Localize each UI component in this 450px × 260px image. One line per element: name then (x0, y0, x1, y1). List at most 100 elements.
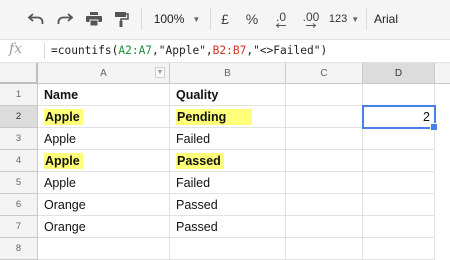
column-label: D (394, 67, 403, 79)
cell-d8[interactable] (363, 238, 435, 260)
column-header-a[interactable]: A ▼ (38, 63, 170, 84)
formula-bar: fx =countifs(A2:A7,"Apple",B2:B7,"<>Fail… (0, 40, 450, 63)
arrow-right-icon (306, 22, 317, 28)
toolbar-divider (366, 8, 367, 30)
row-label: 6 (15, 199, 22, 210)
redo-button[interactable] (55, 8, 75, 30)
cell-value: 2 (423, 110, 430, 124)
font-family-select[interactable]: Arial (374, 8, 414, 30)
cell-text: Passed (176, 220, 218, 234)
zoom-select[interactable]: 100% ▼ (152, 8, 202, 30)
arrow-left-icon (275, 22, 286, 28)
zoom-value: 100% (153, 12, 185, 26)
cell-c2[interactable] (286, 106, 363, 128)
row-label: 3 (15, 133, 22, 144)
formula-bar-divider (44, 43, 45, 59)
more-formats-label: 123 (328, 13, 348, 25)
cell-text: Name (44, 88, 79, 102)
cell-a4[interactable]: Apple (38, 150, 170, 172)
cell-b1[interactable]: Quality (170, 84, 286, 106)
toolbar-divider (141, 8, 142, 30)
chevron-down-icon: ▼ (351, 14, 360, 24)
row-header[interactable]: 1 (0, 84, 38, 106)
cell-b8[interactable] (170, 238, 286, 260)
row-label: 7 (15, 221, 22, 232)
row-label: 4 (15, 155, 22, 166)
print-icon (86, 12, 102, 26)
cell-a1[interactable]: Name (38, 84, 170, 106)
row-label: 1 (15, 89, 22, 100)
fx-icon: fx (9, 41, 23, 57)
cell-d3[interactable] (363, 128, 435, 150)
select-all-corner[interactable] (0, 63, 38, 84)
decrease-decimal-label: .0 (275, 9, 286, 24)
cell-text: Passed (176, 198, 218, 212)
formula-part: =countifs( (51, 44, 119, 57)
column-label: B (224, 67, 231, 79)
row-header[interactable]: 3 (0, 128, 38, 150)
row-label: 5 (15, 177, 22, 188)
cell-text: Quality (176, 88, 219, 102)
row-label: 8 (15, 243, 22, 254)
cell-text-highlighted: Apple (44, 109, 83, 125)
redo-icon (57, 13, 73, 24)
cell-c1[interactable] (286, 84, 363, 106)
formula-range-b: B2:B7 (212, 44, 247, 57)
cell-d6[interactable] (363, 194, 435, 216)
formula-part: ,"<>Failed") (246, 44, 328, 57)
row-header[interactable]: 2 (0, 106, 38, 128)
row-label: 2 (15, 111, 22, 122)
cell-text: Apple (44, 176, 76, 190)
cell-d2[interactable]: 2 (363, 106, 435, 128)
undo-button[interactable] (26, 8, 46, 30)
paint-format-button[interactable] (112, 8, 132, 30)
column-header-c[interactable]: C (286, 63, 363, 84)
cell-d5[interactable] (363, 172, 435, 194)
cell-b3[interactable]: Failed (170, 128, 286, 150)
formula-input[interactable]: =countifs(A2:A7,"Apple",B2:B7,"<>Failed"… (51, 44, 327, 57)
cell-c6[interactable] (286, 194, 363, 216)
cell-d4[interactable] (363, 150, 435, 172)
cell-a6[interactable]: Orange (38, 194, 170, 216)
column-header-d[interactable]: D (363, 63, 435, 84)
row-header[interactable]: 4 (0, 150, 38, 172)
more-formats-button[interactable]: 123 ▼ (327, 8, 361, 30)
cell-c5[interactable] (286, 172, 363, 194)
column-header-e[interactable] (435, 63, 450, 84)
row-header[interactable]: 5 (0, 172, 38, 194)
print-button[interactable] (84, 8, 104, 30)
undo-icon (28, 13, 44, 24)
cell-c8[interactable] (286, 238, 363, 260)
cell-c4[interactable] (286, 150, 363, 172)
toolbar: 100% ▼ £ % .0 .00 123 ▼ Arial (0, 0, 450, 40)
cell-b7[interactable]: Passed (170, 216, 286, 238)
font-family-value: Arial (374, 12, 399, 26)
cell-a3[interactable]: Apple (38, 128, 170, 150)
cell-b6[interactable]: Passed (170, 194, 286, 216)
cell-b2[interactable]: Pending (170, 106, 286, 128)
cell-a2[interactable]: Apple (38, 106, 170, 128)
column-header-b[interactable]: B (170, 63, 286, 84)
chevron-down-icon: ▼ (192, 14, 201, 24)
cell-b4[interactable]: Passed (170, 150, 286, 172)
filter-icon[interactable]: ▼ (155, 67, 165, 78)
cell-a5[interactable]: Apple (38, 172, 170, 194)
cell-c3[interactable] (286, 128, 363, 150)
cell-text: Failed (176, 176, 211, 190)
decrease-decimal-button[interactable]: .0 (270, 8, 292, 30)
cell-a8[interactable] (38, 238, 170, 260)
row-header[interactable]: 7 (0, 216, 38, 238)
formula-range-a: A2:A7 (118, 44, 153, 57)
currency-format-button[interactable]: £ (217, 8, 233, 30)
cell-text: Orange (44, 198, 86, 212)
cell-a7[interactable]: Orange (38, 216, 170, 238)
cell-d7[interactable] (363, 216, 435, 238)
cell-b5[interactable]: Failed (170, 172, 286, 194)
cell-d1[interactable] (363, 84, 435, 106)
cell-c7[interactable] (286, 216, 363, 238)
row-header[interactable]: 6 (0, 194, 38, 216)
row-header[interactable]: 8 (0, 238, 38, 260)
increase-decimal-button[interactable]: .00 (299, 8, 323, 30)
percent-format-button[interactable]: % (243, 8, 261, 30)
currency-label: £ (221, 11, 229, 27)
